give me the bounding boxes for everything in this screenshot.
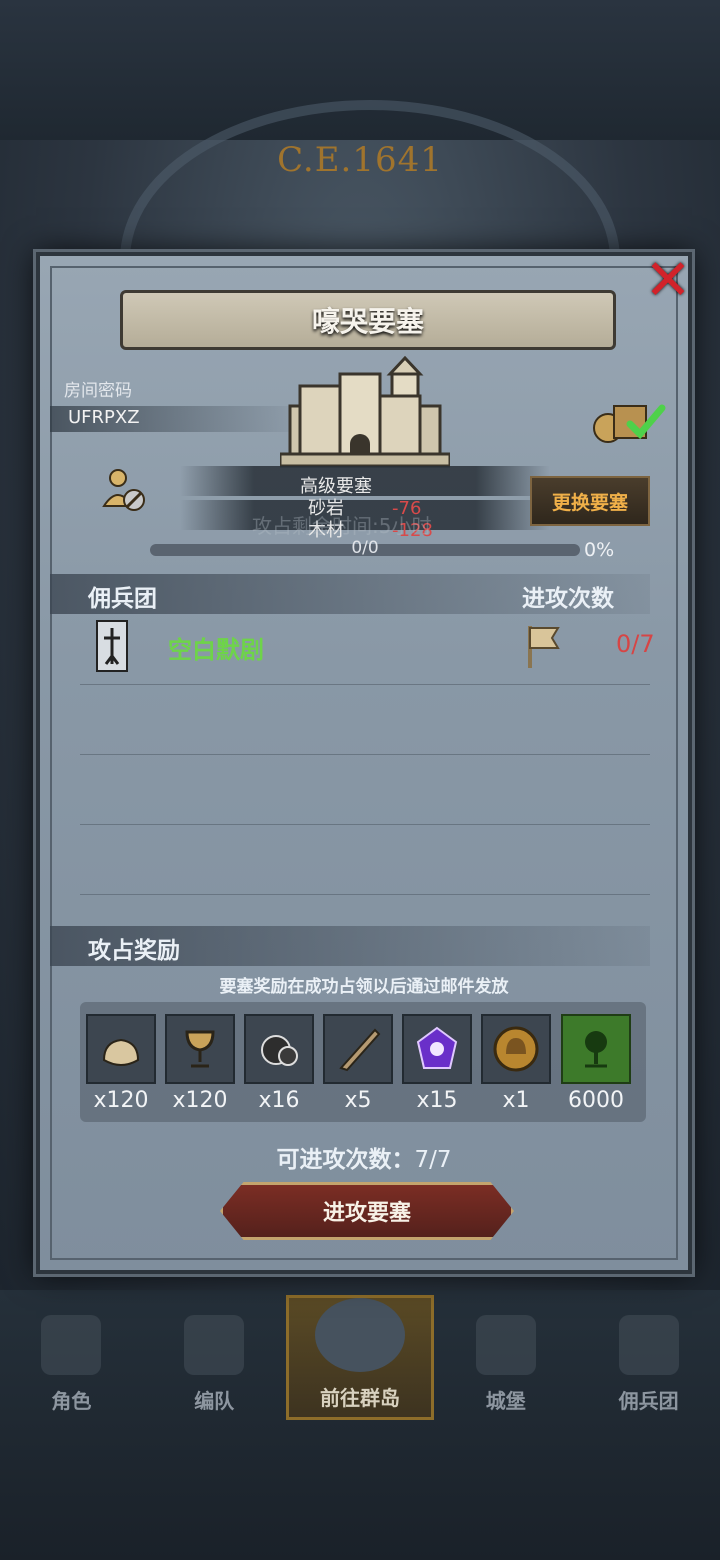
reward-panel: x120 x120 x16 x5 x15 x1 6000 — [80, 1002, 646, 1122]
attacks-remaining-value: 7/7 — [414, 1147, 452, 1173]
nav-item-character[interactable]: 角色 — [0, 1295, 143, 1420]
reward-qty: x15 — [416, 1088, 458, 1113]
fortress-castle-icon — [280, 356, 450, 468]
attack-time-text: 攻占剩余时间:5小时 — [252, 514, 432, 538]
character-icon — [41, 1315, 102, 1375]
globe-icon — [314, 1298, 405, 1372]
fortress-dialog: ✕ 嚎哭要塞 房间密码 UFRPXZ 高级要塞 砂岩 -76 木材 -128 攻占剩… — [36, 252, 692, 1274]
reward-item[interactable]: x16 — [243, 1014, 315, 1113]
reward-qty: 6000 — [568, 1088, 624, 1113]
attack-count-header: 进攻次数 — [522, 586, 614, 612]
reward-item[interactable]: x120 — [85, 1014, 157, 1113]
sack-icon — [86, 1014, 156, 1084]
list-item[interactable]: 空白默剧 0/7 — [50, 616, 655, 676]
era-label: C.E.1641 — [277, 140, 443, 180]
helmet-coin-icon — [481, 1014, 551, 1084]
reward-item[interactable]: x1 — [480, 1014, 552, 1113]
dialog-title: 嚎哭要塞 — [120, 290, 616, 350]
mercenary-section-bar: 佣兵团 进攻次数 — [50, 574, 650, 614]
reward-section-title: 攻占奖励 — [88, 938, 180, 964]
change-fortress-button[interactable]: 更换要塞 — [530, 476, 650, 526]
mercenary-name: 空白默剧 — [168, 636, 264, 664]
attacks-remaining-label: 可进攻次数： — [276, 1147, 415, 1173]
row-divider — [80, 824, 650, 825]
no-entry-user-icon[interactable] — [100, 466, 148, 514]
nav-item-label: 城堡 — [485, 1389, 526, 1413]
reward-section-bar: 攻占奖励 — [50, 926, 650, 966]
nav-item-mercenary[interactable]: 佣兵团 — [577, 1295, 720, 1420]
nav-item-label: 前往群岛 — [319, 1386, 400, 1410]
reward-claimed-icon — [593, 404, 666, 443]
nav-item-islands[interactable]: 前往群岛 — [285, 1295, 435, 1420]
attack-count: 0/7 — [616, 630, 655, 658]
horn-icon — [323, 1014, 393, 1084]
nav-item-formation[interactable]: 编队 — [143, 1295, 286, 1420]
close-button[interactable]: ✕ — [642, 248, 694, 313]
attacks-remaining: 可进攻次数：7/7 — [40, 1140, 688, 1174]
reward-item[interactable]: x120 — [164, 1014, 236, 1113]
row-divider — [80, 684, 650, 685]
banner-icon — [96, 620, 128, 672]
occupation-progress-bar: 0/0 — [150, 538, 580, 558]
close-icon: ✕ — [644, 248, 692, 313]
row-divider — [80, 754, 650, 755]
reward-qty: x5 — [344, 1088, 372, 1113]
mercenary-section-title: 佣兵团 — [88, 586, 157, 612]
reward-item[interactable]: 6000 — [560, 1014, 632, 1113]
chalice-icon — [165, 1014, 235, 1084]
reward-item[interactable]: x15 — [401, 1014, 473, 1113]
reward-qty: x16 — [258, 1088, 300, 1113]
progress-percent: 0% — [584, 539, 615, 561]
room-code-label: 房间密码 — [64, 381, 132, 401]
reward-qty: x120 — [172, 1088, 228, 1113]
nav-item-castle[interactable]: 城堡 — [434, 1295, 577, 1420]
tree-banner-icon — [561, 1014, 631, 1084]
reward-qty: x1 — [502, 1088, 530, 1113]
mercenary-icon — [618, 1315, 679, 1375]
reward-qty: x120 — [93, 1088, 149, 1113]
formation-icon — [184, 1315, 245, 1375]
castle-icon — [475, 1315, 536, 1375]
progress-text: 0/0 — [351, 538, 379, 558]
ore-icon — [244, 1014, 314, 1084]
attack-fortress-button[interactable]: 进攻要塞 — [220, 1182, 514, 1240]
row-divider — [80, 894, 650, 895]
bottom-nav: 角色 编队 前往群岛 城堡 佣兵团 — [0, 1295, 720, 1420]
reward-item[interactable]: x5 — [322, 1014, 394, 1113]
flag-icon — [528, 626, 560, 668]
nav-item-label: 角色 — [51, 1389, 92, 1413]
room-code: UFRPXZ — [68, 407, 140, 428]
reward-note: 要塞奖励在成功占领以后通过邮件发放 — [219, 977, 509, 997]
nav-item-label: 佣兵团 — [618, 1389, 679, 1413]
crystal-icon — [402, 1014, 472, 1084]
nav-item-label: 编队 — [194, 1389, 235, 1413]
